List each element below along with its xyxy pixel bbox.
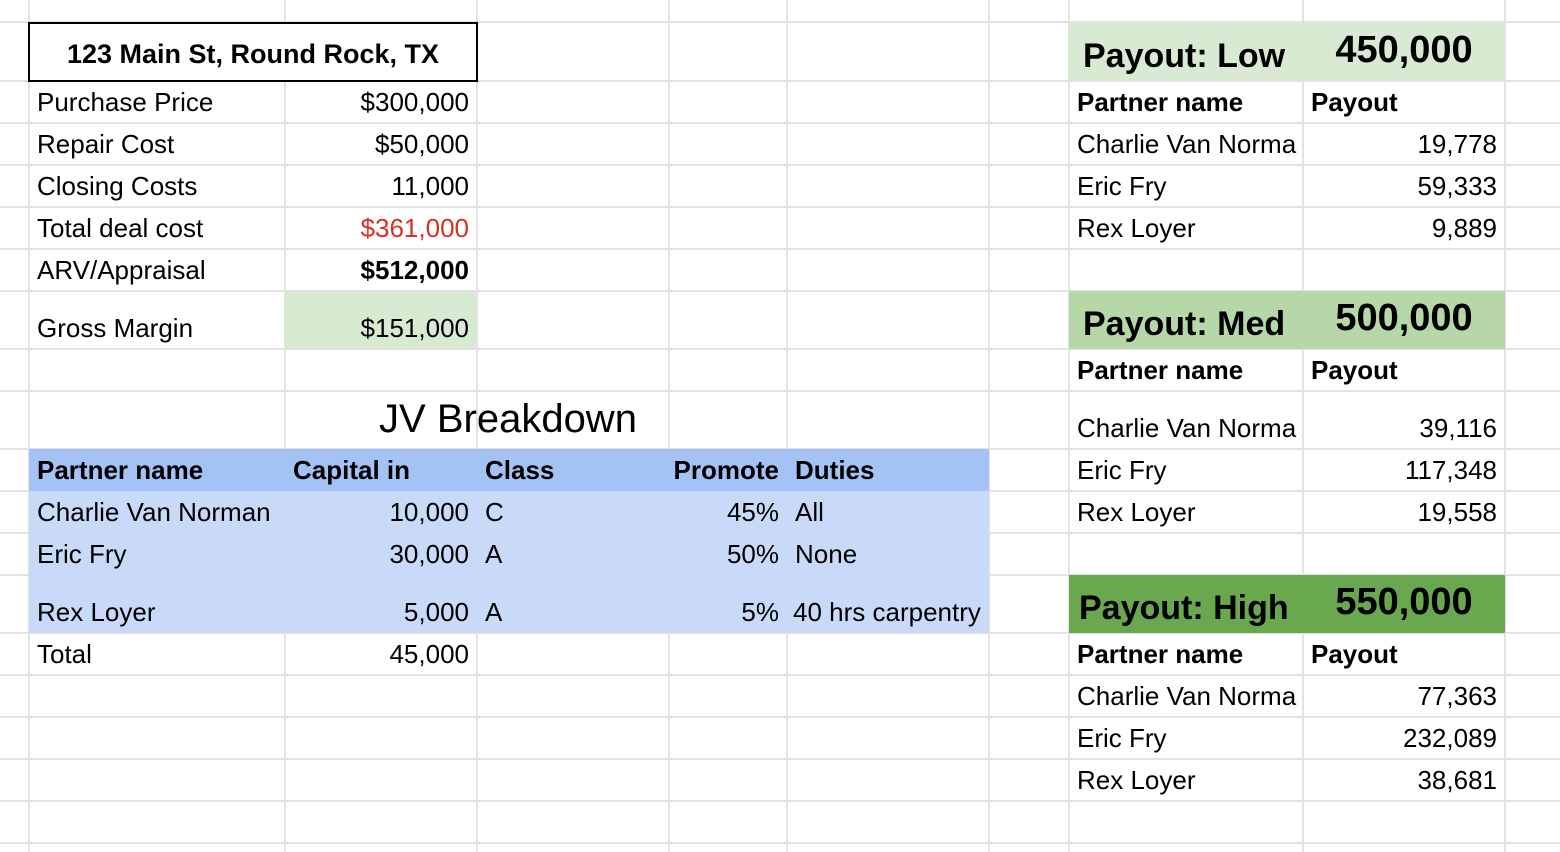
payout-partner-value[interactable]: 19,778 <box>1303 123 1505 165</box>
arv-appraisal-label[interactable]: ARV/Appraisal <box>29 249 285 291</box>
jv-row-duties[interactable]: All <box>787 491 989 533</box>
payout-partner-name[interactable]: Charlie Van Norma <box>1069 123 1303 165</box>
jv-row-class[interactable]: A <box>477 533 669 575</box>
payout-col-payout[interactable]: Payout <box>1303 81 1505 123</box>
jv-row-name[interactable]: Charlie Van Norman <box>29 491 285 533</box>
jv-row-duties[interactable]: None <box>787 533 989 575</box>
payout-partner-name[interactable]: Rex Loyer <box>1069 207 1303 249</box>
jv-row-promote[interactable]: 5% <box>669 575 787 633</box>
payout-partner-name[interactable]: Rex Loyer <box>1069 491 1303 533</box>
payout-partner-value[interactable]: 77,363 <box>1303 675 1505 717</box>
jv-row-capital[interactable]: 10,000 <box>285 491 477 533</box>
payout-low-label[interactable]: Payout: Low <box>1069 22 1303 81</box>
payout-col-partner-name[interactable]: Partner name <box>1069 81 1303 123</box>
payout-col-partner-name[interactable]: Partner name <box>1069 349 1303 391</box>
property-address-cell[interactable]: 123 Main St, Round Rock, TX <box>28 22 478 82</box>
closing-costs-value[interactable]: 11,000 <box>285 165 477 207</box>
gross-margin-label[interactable]: Gross Margin <box>29 291 285 349</box>
payout-partner-value[interactable]: 232,089 <box>1303 717 1505 759</box>
payout-partner-name[interactable]: Rex Loyer <box>1069 759 1303 801</box>
jv-row-duties[interactable]: 40 hrs carpentry <box>787 575 989 633</box>
jv-row-promote[interactable]: 50% <box>669 533 787 575</box>
payout-partner-name[interactable]: Charlie Van Norma <box>1069 391 1303 449</box>
jv-breakdown-title[interactable]: JV Breakdown <box>285 391 731 449</box>
purchase-price-label[interactable]: Purchase Price <box>29 81 285 123</box>
payout-col-payout[interactable]: Payout <box>1303 349 1505 391</box>
payout-high-amount[interactable]: 550,000 <box>1303 575 1505 633</box>
jv-row-capital[interactable]: 30,000 <box>285 533 477 575</box>
payout-high-label[interactable]: Payout: High <box>1069 575 1303 633</box>
jv-total-value[interactable]: 45,000 <box>285 633 477 675</box>
payout-partner-value[interactable]: 19,558 <box>1303 491 1505 533</box>
jv-row-name[interactable]: Rex Loyer <box>29 575 285 633</box>
jv-row-capital[interactable]: 5,000 <box>285 575 477 633</box>
total-deal-cost-label[interactable]: Total deal cost <box>29 207 285 249</box>
jv-header-capital-in[interactable]: Capital in <box>285 449 477 491</box>
purchase-price-value[interactable]: $300,000 <box>285 81 477 123</box>
jv-header-promote[interactable]: Promote <box>669 449 787 491</box>
repair-cost-label[interactable]: Repair Cost <box>29 123 285 165</box>
payout-partner-name[interactable]: Charlie Van Norma <box>1069 675 1303 717</box>
jv-row-class[interactable]: A <box>477 575 669 633</box>
payout-col-payout[interactable]: Payout <box>1303 633 1505 675</box>
payout-partner-value[interactable]: 59,333 <box>1303 165 1505 207</box>
payout-partner-value[interactable]: 39,116 <box>1303 391 1505 449</box>
closing-costs-label[interactable]: Closing Costs <box>29 165 285 207</box>
jv-header-class[interactable]: Class <box>477 449 669 491</box>
payout-low-amount[interactable]: 450,000 <box>1303 22 1505 81</box>
payout-med-label[interactable]: Payout: Med <box>1069 291 1303 349</box>
jv-row-name[interactable]: Eric Fry <box>29 533 285 575</box>
payout-partner-value[interactable]: 9,889 <box>1303 207 1505 249</box>
jv-header-partner-name[interactable]: Partner name <box>29 449 285 491</box>
payout-partner-value[interactable]: 38,681 <box>1303 759 1505 801</box>
jv-row-class[interactable]: C <box>477 491 669 533</box>
arv-appraisal-value[interactable]: $512,000 <box>285 249 477 291</box>
jv-total-label[interactable]: Total <box>29 633 285 675</box>
jv-row-promote[interactable]: 45% <box>669 491 787 533</box>
payout-med-amount[interactable]: 500,000 <box>1303 291 1505 349</box>
payout-partner-name[interactable]: Eric Fry <box>1069 717 1303 759</box>
payout-partner-name[interactable]: Eric Fry <box>1069 165 1303 207</box>
payout-partner-value[interactable]: 117,348 <box>1303 449 1505 491</box>
gross-margin-value[interactable]: $151,000 <box>285 291 477 349</box>
repair-cost-value[interactable]: $50,000 <box>285 123 477 165</box>
total-deal-cost-value[interactable]: $361,000 <box>285 207 477 249</box>
jv-header-duties[interactable]: Duties <box>787 449 989 491</box>
payout-col-partner-name[interactable]: Partner name <box>1069 633 1303 675</box>
payout-partner-name[interactable]: Eric Fry <box>1069 449 1303 491</box>
